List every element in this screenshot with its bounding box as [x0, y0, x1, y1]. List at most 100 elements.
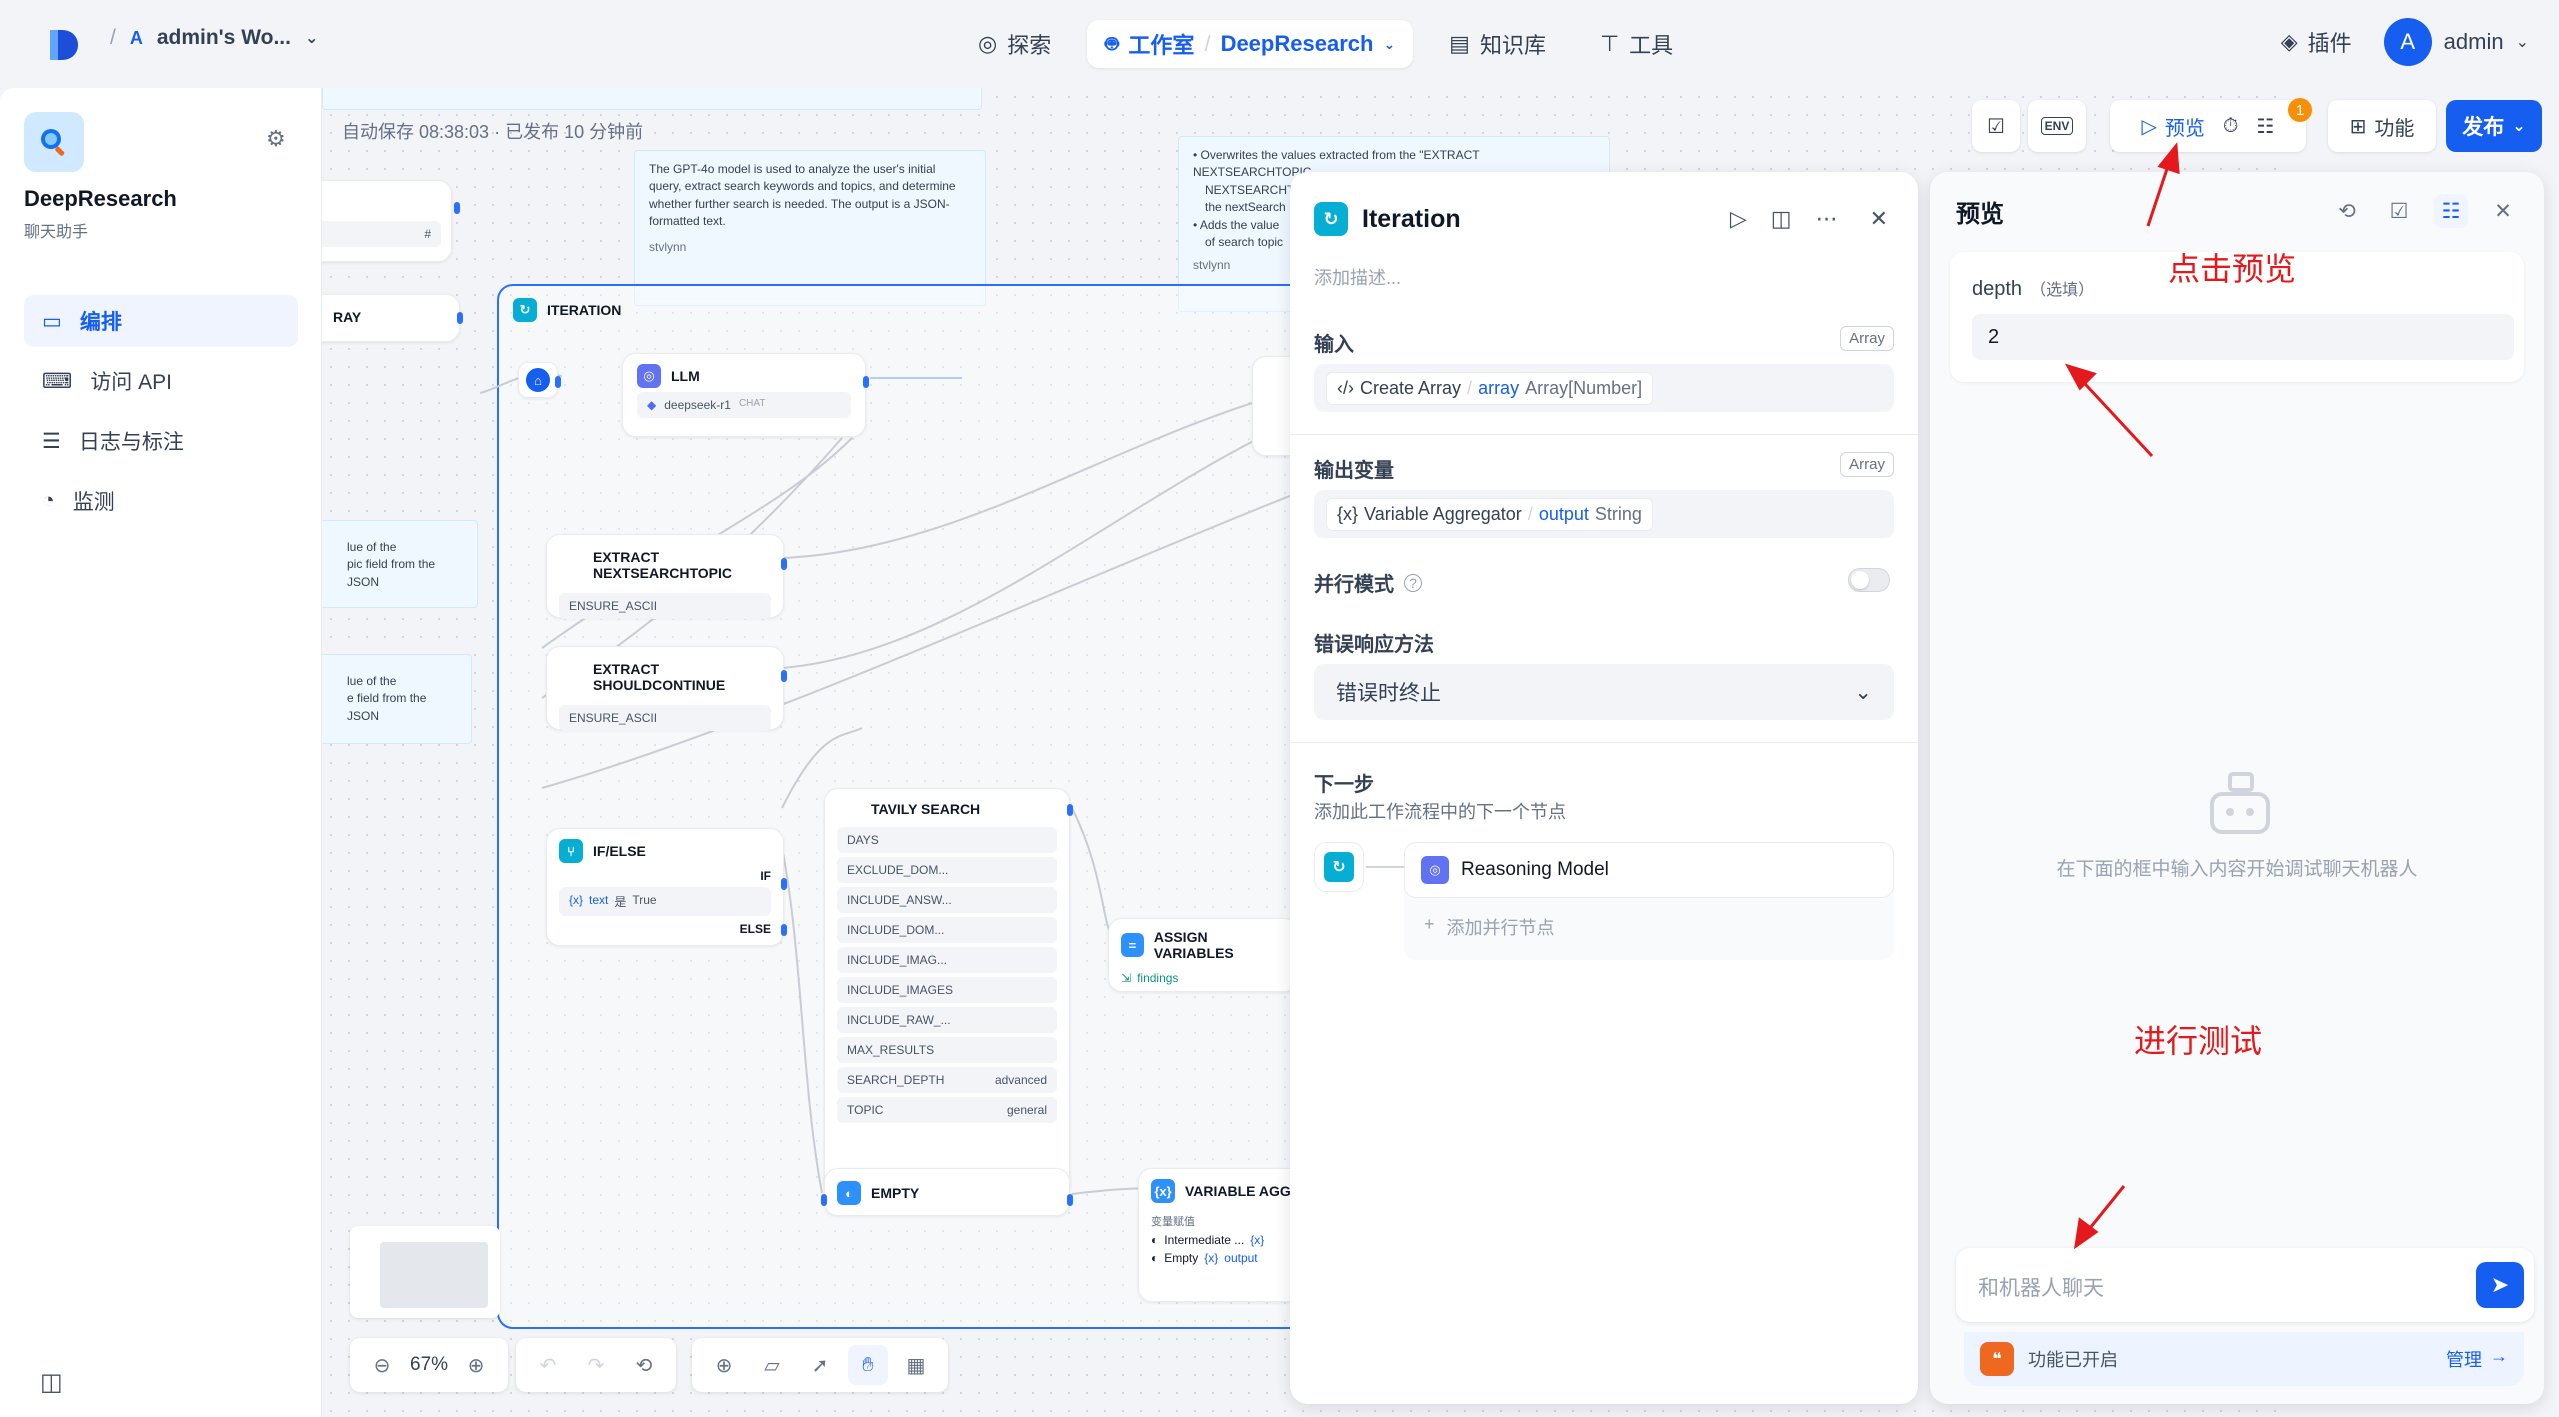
sidebar-item-monitor[interactable]: ◔ 监测	[24, 475, 298, 527]
tavily-search-node[interactable]: TAVILY SEARCH DAYS EXCLUDE_DOM... INCLUDE_…	[824, 788, 1070, 1196]
plugins-button[interactable]: ◈ 插件	[2281, 26, 2352, 58]
sidebar-item-api[interactable]: ⌨︎ 访问 API	[24, 355, 298, 407]
node-handle[interactable]	[555, 376, 561, 388]
help-icon[interactable]: ?	[1404, 573, 1422, 592]
features-enabled-bar: ❝ 功能已开启 管理 →	[1964, 1332, 2524, 1386]
features-icon: ⊞	[2349, 115, 2367, 138]
manage-link[interactable]: 管理 →	[2446, 1346, 2508, 1372]
sidebar-item-orchestrate[interactable]: ▭ 编排	[24, 295, 298, 347]
assign-icon: =	[1121, 933, 1144, 957]
parallel-mode-toggle[interactable]	[1848, 568, 1890, 592]
description-input[interactable]: 添加描述...	[1314, 264, 1401, 290]
note-text: The GPT-4o model is used to analyze the …	[649, 162, 956, 229]
llm-node[interactable]: ◎ LLM ◆ deepseek-r1 CHAT	[622, 353, 866, 437]
node-handle[interactable]	[863, 376, 869, 388]
error-handling-select[interactable]: 错误时终止 ⌄	[1314, 664, 1894, 720]
terminal-icon: ⌨︎	[42, 369, 73, 393]
nav-studio[interactable]: 🤖︎ 工作室 / DeepResearch ⌄	[1087, 20, 1414, 68]
ifelse-node[interactable]: ⑂ IF/ELSE IF {x} text 是 True ELSE	[546, 828, 784, 946]
redo-icon[interactable]: ↷	[576, 1345, 616, 1385]
checklist-button[interactable]: ☑︎	[1972, 100, 2020, 152]
sticky-note[interactable]: lue of the pic field from the JSON	[322, 520, 478, 608]
parallel-mode-label: 并行模式	[1314, 574, 1394, 596]
add-node-icon[interactable]: ⊕	[704, 1345, 744, 1385]
sticky-note[interactable]: The GPT-4o model is used to analyze the …	[634, 150, 986, 306]
zoom-level[interactable]: 67%	[410, 1354, 448, 1376]
note-line: Adds the value	[1199, 217, 1280, 232]
node-handle[interactable]	[821, 1194, 827, 1206]
input-variable-field[interactable]: ‹/› Create Array / array Array[Number]	[1314, 364, 1894, 412]
partial-array-node[interactable]: RAY	[322, 294, 460, 342]
param-key: TOPIC	[847, 1103, 884, 1117]
layout-icon[interactable]: ▦	[896, 1345, 936, 1385]
sidebar-settings-icon[interactable]: ⚙︎	[266, 126, 286, 152]
more-icon[interactable]: ⋯	[1816, 206, 1838, 232]
workspace-name: admin's Wo...	[156, 26, 291, 49]
app-sidebar: ⚙︎ DeepResearch 聊天助手 ▭ 编排 ⌨︎ 访问 API ☰ 日志…	[0, 88, 322, 1417]
iteration-start-node[interactable]: ⌂	[518, 362, 558, 398]
sidebar-item-logs[interactable]: ☰ 日志与标注	[24, 415, 298, 467]
env-button[interactable]: ENV	[2028, 100, 2086, 152]
pointer-icon[interactable]: ➚	[800, 1345, 840, 1385]
run-step-icon[interactable]: ▷	[1730, 206, 1747, 232]
preview-button[interactable]: ▷ 预览	[2142, 112, 2205, 141]
node-handle[interactable]	[1067, 804, 1073, 816]
autosave-status: 自动保存 08:38:03 · 已发布 10 分钟前	[342, 122, 644, 142]
send-button[interactable]: ➤	[2476, 1262, 2524, 1308]
node-handle[interactable]	[457, 312, 463, 324]
nav-explore[interactable]: ◎ 探索	[960, 20, 1069, 68]
assign-variables-node[interactable]: = ASSIGN VARIABLES ⇲ findings	[1108, 918, 1298, 992]
circle-half-icon: ◐	[1151, 1251, 1159, 1265]
node-handle[interactable]	[781, 670, 787, 682]
zoom-in-icon[interactable]: ⊕	[456, 1345, 496, 1385]
node-handle[interactable]	[454, 202, 460, 214]
refresh-icon[interactable]: ⟲	[2330, 194, 2364, 228]
close-icon[interactable]: ✕	[2486, 194, 2520, 228]
hand-icon[interactable]: ✋︎	[848, 1345, 888, 1385]
node-handle[interactable]	[1067, 1194, 1073, 1206]
variables-toggle-icon[interactable]: ☷	[2434, 194, 2468, 228]
next-connector	[1366, 866, 1404, 868]
chat-input[interactable]: 和机器人聊天 ➤	[1956, 1248, 2534, 1322]
node-handle[interactable]	[781, 924, 787, 936]
note-author: stvlynn	[649, 239, 687, 254]
node-title: TAVILY SEARCH	[871, 801, 981, 817]
else-label: ELSE	[739, 922, 771, 936]
next-node-reasoning-model[interactable]: ◎ Reasoning Model	[1404, 842, 1894, 898]
extract-shouldcontinue-node[interactable]: EXTRACT SHOULDCONTINUE ENSURE_ASCII	[546, 646, 784, 731]
variable-icon: {x}	[1204, 1251, 1219, 1265]
collapse-sidebar-icon[interactable]: ◫	[40, 1368, 63, 1397]
nav-tools[interactable]: ⊤ 工具	[1582, 20, 1691, 68]
tavily-param-field: INCLUDE_RAW_...	[837, 1007, 1057, 1033]
zoom-out-icon[interactable]: ⊖	[362, 1345, 402, 1385]
aggregator-row-label: Empty	[1164, 1251, 1199, 1265]
depth-input[interactable]: 2	[1972, 314, 2514, 360]
checklist-icon[interactable]: ☷	[2257, 114, 2275, 139]
add-parallel-node-button[interactable]: + 添加并行节点	[1424, 914, 1555, 940]
node-handle[interactable]	[781, 878, 787, 890]
panel-title-text[interactable]: Iteration	[1362, 205, 1461, 234]
current-app-name[interactable]: DeepResearch	[1221, 31, 1374, 57]
empty-node[interactable]: ◐ EMPTY	[824, 1168, 1070, 1216]
node-handle[interactable]	[781, 558, 787, 570]
dify-logo-icon[interactable]	[48, 28, 80, 62]
output-variable-field[interactable]: {x} Variable Aggregator / output String	[1314, 490, 1894, 538]
minimap[interactable]	[350, 1226, 500, 1318]
features-button[interactable]: ⊞ 功能	[2328, 100, 2436, 152]
add-note-icon[interactable]: ▱	[752, 1345, 792, 1385]
user-menu[interactable]: A admin ⌄	[2383, 18, 2529, 66]
workspace-switcher[interactable]: / A admin's Wo... ⌄	[110, 26, 318, 50]
history-icon[interactable]: ⟲	[624, 1345, 664, 1385]
extract-nextsearchtopic-node[interactable]: EXTRACT NEXTSEARCHTOPIC ENSURE_ASCII	[546, 534, 784, 619]
publish-button[interactable]: 发布 ⌄	[2446, 100, 2542, 152]
partial-node[interactable]: #	[322, 180, 452, 262]
split-view-icon[interactable]: ◫	[1771, 206, 1792, 232]
run-history-icon[interactable]: ⏱︎	[2223, 115, 2239, 138]
sticky-note[interactable]: lue of the e field from the JSON	[322, 654, 472, 744]
undo-icon[interactable]: ↶	[528, 1345, 568, 1385]
checklist-icon[interactable]: ☑︎	[2382, 194, 2416, 228]
nav-knowledge[interactable]: ▤ 知识库	[1431, 20, 1564, 68]
zoom-toolbar: ⊖ 67% ⊕	[350, 1338, 509, 1392]
model-mode: CHAT	[738, 398, 766, 409]
close-icon[interactable]: ✕	[1870, 206, 1888, 232]
